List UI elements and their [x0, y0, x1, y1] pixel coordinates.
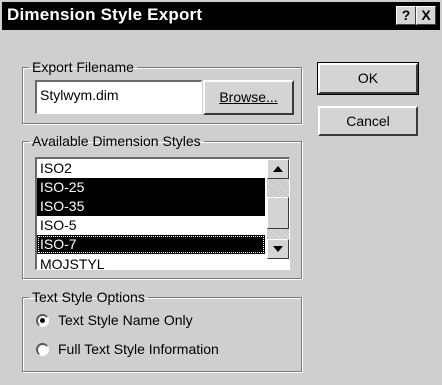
- scroll-up-button[interactable]: [267, 159, 289, 179]
- help-button[interactable]: ?: [396, 6, 416, 25]
- cancel-button[interactable]: Cancel: [318, 106, 418, 136]
- list-item[interactable]: ISO-25: [37, 178, 265, 197]
- full-text-style-information-label: Full Text Style Information: [58, 341, 219, 357]
- radio-selected-dot: [40, 318, 45, 323]
- arrow-up-icon: [273, 166, 283, 172]
- cancel-label: Cancel: [346, 113, 390, 129]
- radio-button[interactable]: [36, 343, 49, 356]
- ok-label: OK: [357, 70, 379, 86]
- dimension-styles-listbox[interactable]: ISO2 ISO-25 ISO-35 ISO-5 ISO-7 MOJSTYL: [35, 157, 290, 270]
- text-style-name-only-option[interactable]: Text Style Name Only: [36, 312, 286, 332]
- scroll-thumb[interactable]: [267, 197, 289, 229]
- text-style-name-only-label: Text Style Name Only: [58, 312, 193, 328]
- browse-label: Browse...: [219, 89, 278, 105]
- help-icon: ?: [401, 7, 411, 23]
- full-text-style-information-option[interactable]: Full Text Style Information: [36, 341, 286, 361]
- dimension-style-export-dialog: Dimension Style Export ? X Export Filena…: [0, 0, 442, 385]
- scroll-down-button[interactable]: [267, 239, 289, 259]
- arrow-down-icon: [273, 246, 283, 252]
- list-item[interactable]: MOJSTYL: [37, 255, 265, 269]
- available-dimension-styles-legend: Available Dimension Styles: [32, 133, 201, 149]
- window-title: Dimension Style Export: [7, 5, 203, 24]
- list-item[interactable]: ISO2: [37, 159, 265, 178]
- ok-button[interactable]: OK: [317, 62, 419, 95]
- list-item[interactable]: ISO-7: [37, 235, 265, 254]
- list-item[interactable]: ISO-35: [37, 197, 265, 216]
- radio-button[interactable]: [36, 314, 49, 327]
- close-button[interactable]: X: [416, 6, 436, 25]
- list-scrollbar[interactable]: [267, 159, 289, 259]
- list-item[interactable]: ISO-5: [37, 216, 265, 235]
- close-icon: X: [421, 7, 431, 23]
- browse-button[interactable]: Browse...: [203, 80, 294, 115]
- text-style-options-legend: Text Style Options: [32, 289, 145, 305]
- export-filename-field[interactable]: Stylwym.dim: [35, 80, 202, 114]
- title-bar[interactable]: Dimension Style Export ? X: [2, 2, 440, 30]
- export-filename-legend: Export Filename: [32, 59, 134, 75]
